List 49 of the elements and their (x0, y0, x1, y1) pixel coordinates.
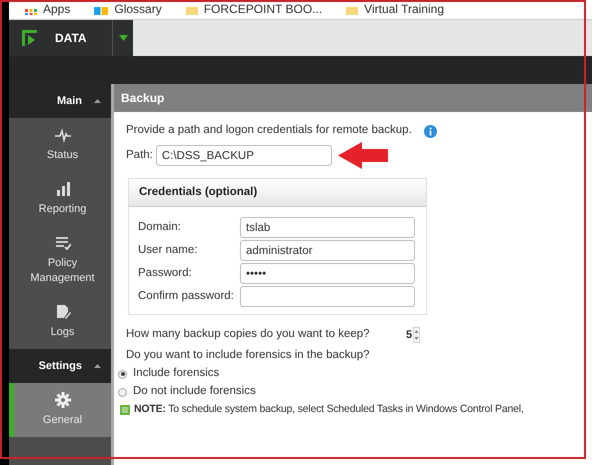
section-header[interactable]: Settings (9, 349, 111, 383)
chevron-icon[interactable] (94, 364, 101, 368)
section-header[interactable]: Main (9, 84, 111, 118)
info-icon[interactable] (424, 124, 437, 138)
radio-button[interactable] (118, 370, 127, 378)
arrow-icon (338, 142, 388, 169)
grid-icon (25, 9, 37, 15)
chevron-icon[interactable] (94, 99, 101, 103)
radio-button[interactable] (118, 388, 127, 396)
pulse-icon (54, 127, 70, 143)
input-field[interactable]: administrator (240, 240, 415, 261)
sidebar-item[interactable]: Status (9, 118, 111, 172)
note-icon (120, 405, 130, 415)
question-text: Do you want to include forensics in the backup? (126, 348, 371, 363)
checklist-icon (54, 235, 70, 251)
radio-option[interactable]: Do not include forensics (118, 383, 592, 401)
sidebar-item[interactable]: Logs (9, 295, 111, 349)
panel-header: Backup (114, 84, 592, 112)
windows-icon (94, 7, 108, 15)
field-label: Confirm password: (138, 288, 235, 304)
logo-icon (21, 29, 39, 47)
intro-text: Provide a path and logon credentials for remote backup. (126, 123, 412, 138)
gear-icon (54, 392, 70, 408)
caret-icon (118, 35, 128, 41)
copies-spinner[interactable]: 5 (405, 326, 422, 344)
bar-chart-icon (54, 181, 70, 197)
question-text: How many backup copies do you want to keep? (126, 327, 371, 342)
input-field[interactable]: ••••• (240, 263, 415, 284)
input-field[interactable] (240, 286, 415, 307)
product-dropdown[interactable] (112, 20, 133, 56)
field-label: Path: (126, 148, 153, 163)
note-text: NOTE: To schedule system backup, select Scheduled Tasks in Windows Control Panel, (134, 402, 524, 418)
document-edit-icon (54, 304, 70, 320)
sidebar-item[interactable]: Reporting (9, 172, 111, 226)
spin-arrows-icon (413, 327, 420, 343)
bookmark-link[interactable]: FORCEPOINT BOO... (186, 3, 322, 15)
sidebar-item[interactable]: Policy Management (9, 226, 111, 295)
radio-option[interactable]: Include forensics (118, 365, 592, 383)
product-name: DATA (55, 30, 87, 47)
field-label: Password: (138, 266, 193, 281)
input-field[interactable]: tslab (240, 217, 415, 238)
folder-icon (186, 7, 198, 15)
bookmark-link[interactable]: Apps (25, 3, 70, 15)
bookmark-link[interactable]: Virtual Training (346, 3, 444, 15)
field-label: User name: (138, 242, 198, 258)
bookmark-link[interactable]: Glossary (94, 3, 162, 15)
folder-icon (346, 7, 358, 15)
field-label: Domain: (138, 220, 182, 235)
path-field[interactable]: C:\DSS_BACKUP (156, 145, 332, 166)
